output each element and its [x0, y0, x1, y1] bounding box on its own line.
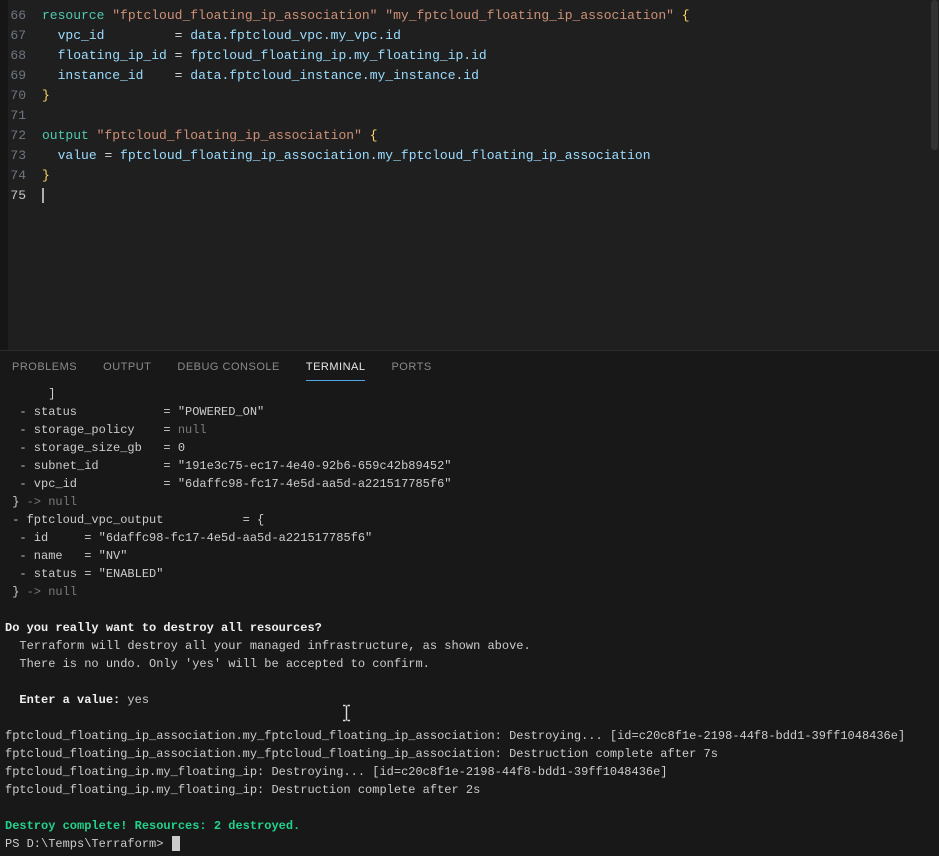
terminal-line: - status = "POWERED_ON": [5, 403, 939, 421]
terminal-line: ]: [5, 385, 939, 403]
vscode-window: 66resource "fptcloud_floating_ip_associa…: [0, 0, 939, 856]
code-line[interactable]: 74}: [0, 166, 939, 186]
terminal-line: - id = "6daffc98-fc17-4e5d-aa5d-a2215177…: [5, 529, 939, 547]
code-line[interactable]: 70}: [0, 86, 939, 106]
terminal-line: - fptcloud_vpc_output = {: [5, 511, 939, 529]
terminal-line: [5, 799, 939, 817]
code-line[interactable]: 73 value = fptcloud_floating_ip_associat…: [0, 146, 939, 166]
terminal-cursor: [172, 836, 180, 851]
code-text: instance_id = data.fptcloud_instance.my_…: [42, 66, 479, 86]
terminal-line: } -> null: [5, 583, 939, 601]
code-line[interactable]: 69 instance_id = data.fptcloud_instance.…: [0, 66, 939, 86]
code-text: [42, 186, 44, 206]
bottom-panel: PROBLEMS OUTPUT DEBUG CONSOLE TERMINAL PORTS…: [0, 350, 939, 856]
terminal-line: There is no undo. Only 'yes' will be acc…: [5, 655, 939, 673]
terminal-line: fptcloud_floating_ip.my_floating_ip: Des…: [5, 763, 939, 781]
editor-left-edge: [0, 0, 8, 350]
terminal-line: [5, 709, 939, 727]
terminal-line: fptcloud_floating_ip_association.my_fptc…: [5, 727, 939, 745]
terminal-line: - subnet_id = "191e3c75-ec17-4e40-92b6-6…: [5, 457, 939, 475]
terminal-line: [5, 601, 939, 619]
code-text: output "fptcloud_floating_ip_association…: [42, 126, 378, 146]
terminal-line: - vpc_id = "6daffc98-fc17-4e5d-aa5d-a221…: [5, 475, 939, 493]
terminal-prompt-line: PS D:\Temps\Terraform>: [5, 835, 939, 853]
code-text: value = fptcloud_floating_ip_association…: [42, 146, 651, 166]
terminal-line: fptcloud_floating_ip.my_floating_ip: Des…: [5, 781, 939, 799]
terminal-prompt: PS D:\Temps\Terraform>: [5, 837, 171, 851]
terminal-line: - name = "NV": [5, 547, 939, 565]
code-line[interactable]: 67 vpc_id = data.fptcloud_vpc.my_vpc.id: [0, 26, 939, 46]
terminal-line: } -> null: [5, 493, 939, 511]
code-line[interactable]: 71: [0, 106, 939, 126]
code-text: vpc_id = data.fptcloud_vpc.my_vpc.id: [42, 26, 401, 46]
code-text: }: [42, 166, 50, 186]
code-text: }: [42, 86, 50, 106]
terminal-line: Destroy complete! Resources: 2 destroyed…: [5, 817, 939, 835]
terminal-line: - status = "ENABLED": [5, 565, 939, 583]
terminal[interactable]: ] - status = "POWERED_ON" - storage_poli…: [0, 381, 939, 856]
terminal-output: ] - status = "POWERED_ON" - storage_poli…: [5, 385, 939, 835]
terminal-line: - storage_size_gb = 0: [5, 439, 939, 457]
panel-tab-output[interactable]: OUTPUT: [103, 351, 151, 381]
panel-tab-bar: PROBLEMS OUTPUT DEBUG CONSOLE TERMINAL PORTS: [0, 351, 939, 381]
terminal-line: Enter a value: yes: [5, 691, 939, 709]
code-text: floating_ip_id = fptcloud_floating_ip.my…: [42, 46, 487, 66]
code-text: resource "fptcloud_floating_ip_associati…: [42, 6, 690, 26]
terminal-line: fptcloud_floating_ip_association.my_fptc…: [5, 745, 939, 763]
editor-lines: 66resource "fptcloud_floating_ip_associa…: [0, 0, 939, 206]
terminal-line: Do you really want to destroy all resour…: [5, 619, 939, 637]
panel-tab-terminal[interactable]: TERMINAL: [306, 351, 366, 381]
code-editor[interactable]: 66resource "fptcloud_floating_ip_associa…: [0, 0, 939, 350]
code-line[interactable]: 68 floating_ip_id = fptcloud_floating_ip…: [0, 46, 939, 66]
editor-cursor: [42, 188, 44, 203]
terminal-line: [5, 673, 939, 691]
code-line[interactable]: 66resource "fptcloud_floating_ip_associa…: [0, 6, 939, 26]
panel-tab-problems[interactable]: PROBLEMS: [12, 351, 77, 381]
code-line[interactable]: 72output "fptcloud_floating_ip_associati…: [0, 126, 939, 146]
panel-tab-ports[interactable]: PORTS: [391, 351, 431, 381]
terminal-line: Terraform will destroy all your managed …: [5, 637, 939, 655]
editor-scrollbar[interactable]: [931, 0, 938, 150]
panel-tab-debug-console[interactable]: DEBUG CONSOLE: [177, 351, 279, 381]
code-line[interactable]: 75: [0, 186, 939, 206]
terminal-line: - storage_policy = null: [5, 421, 939, 439]
